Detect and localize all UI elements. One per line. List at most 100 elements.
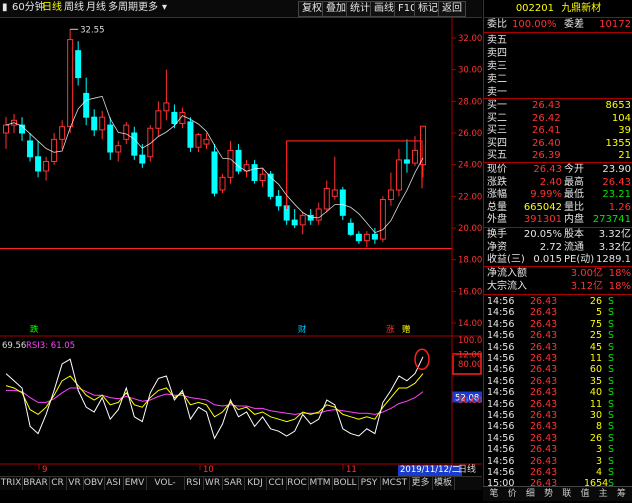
candle-body	[91, 116, 98, 131]
candle-body	[259, 173, 266, 182]
period-week[interactable]: 周线	[64, 1, 84, 15]
flow-row: 净流入额 3.00亿 18%	[484, 267, 632, 281]
indicator-tab[interactable]: MCST	[380, 477, 410, 490]
chart-icon[interactable]: ▮	[2, 1, 8, 15]
ask-row[interactable]: 卖三	[484, 60, 632, 74]
indicator-tab[interactable]: TRIX	[0, 477, 23, 490]
price-tick-label: 26.00	[458, 129, 482, 139]
x-tick-label: 9	[42, 465, 47, 475]
candle-body	[339, 189, 346, 216]
rsi-legend-b: RSI3: 61.05	[26, 341, 75, 351]
event-marker[interactable]: 跌	[30, 324, 39, 335]
indicator-tab[interactable]: OBV	[83, 477, 105, 490]
candle-body	[355, 233, 362, 242]
candle-body	[291, 219, 298, 226]
order-ratio-row: 委比 100.00% 委差 10172	[487, 19, 631, 30]
indicator-tab[interactable]: SAR	[222, 477, 245, 490]
event-marker[interactable]: 涨	[386, 324, 395, 335]
candle-body	[3, 124, 9, 134]
indicator-tab[interactable]: 模板	[432, 477, 455, 490]
candle-body	[203, 138, 210, 145]
candle-body	[43, 161, 50, 172]
stock-header: 002201 九鼎新材	[484, 2, 632, 16]
indicator-tab[interactable]: CR	[49, 477, 67, 490]
detail-tab[interactable]: 势	[540, 487, 558, 501]
price-tick-label: 18.00	[458, 256, 482, 266]
indicator-tab[interactable]: ASI	[104, 477, 124, 490]
ask-row[interactable]: 卖二	[484, 73, 632, 87]
candle-body	[67, 39, 74, 128]
candle-body	[163, 102, 170, 112]
period-day[interactable]: 日线	[42, 1, 62, 15]
candle-body	[147, 127, 154, 158]
flow-pct: 18%	[608, 268, 631, 279]
candle-body	[27, 140, 34, 158]
price-tick-label: 14.00	[458, 319, 482, 329]
back-button[interactable]: 返回	[438, 1, 466, 17]
detail-tab[interactable]: 细	[521, 487, 539, 501]
rsi-scale-label: 80.00	[458, 360, 482, 370]
rsi-legend-a: 69.56	[2, 341, 26, 351]
ask-row[interactable]: 卖五	[484, 34, 632, 48]
indicator-tab[interactable]: VR	[66, 477, 84, 490]
period-month[interactable]: 月线	[86, 1, 106, 15]
indicator-tab[interactable]: MTM	[308, 477, 333, 490]
ask-row[interactable]: 卖四	[484, 47, 632, 61]
indicator-tab[interactable]: 更多	[409, 477, 433, 490]
indicator-tab[interactable]: ROC	[286, 477, 309, 490]
detail-tab[interactable]: 联	[558, 487, 576, 501]
candle-body	[371, 233, 378, 240]
candle-body	[387, 189, 394, 200]
detail-tabs: 笔价细势联值主筹	[483, 486, 632, 501]
candle-body	[323, 187, 330, 210]
detail-tab[interactable]: 主	[594, 487, 612, 501]
candle-body	[363, 233, 370, 242]
chevron-down-icon[interactable]: ▾	[162, 1, 167, 15]
period-60min[interactable]: 60分钟	[12, 1, 45, 15]
ask-label: 卖三	[487, 61, 507, 72]
indicator-tab[interactable]: BRAR	[22, 477, 50, 490]
indicator-tab[interactable]: BOLL	[332, 477, 359, 490]
stock-code: 002201	[515, 3, 554, 14]
detail-tab[interactable]: 笔	[485, 487, 503, 501]
stock-name: 九鼎新材	[561, 3, 602, 14]
candle-body	[107, 124, 114, 153]
indicator-tab[interactable]: KDJ	[244, 477, 267, 490]
detail-tab[interactable]: 值	[576, 487, 594, 501]
detail-tab[interactable]: 价	[503, 487, 521, 501]
event-marker[interactable]: 财	[298, 324, 307, 335]
flow-value: 3.12亿	[570, 281, 603, 292]
x-tick-label: 11	[346, 465, 357, 475]
more-menu[interactable]: 更多	[138, 1, 158, 15]
indicator-tab[interactable]: PSY	[358, 477, 381, 490]
candle-body	[299, 214, 306, 226]
quote-panel: 002201 九鼎新材 委比 100.00% 委差 10172 卖五 卖四 卖三 卖二…	[483, 0, 632, 500]
candle-body	[195, 134, 202, 148]
event-marker[interactable]: 赠	[402, 324, 411, 335]
quote-value: 273741	[592, 214, 631, 226]
rsi-scale-label: 50.00	[458, 396, 482, 406]
indicator-tab[interactable]: VOL-TDX	[146, 477, 185, 501]
quote-label: 外盘	[487, 214, 507, 226]
flow-pct: 18%	[608, 281, 631, 292]
indicator-tab[interactable]: CCI	[266, 477, 287, 490]
indicator-tabs: TRIXBRARCRVROBVASIEMVVOL-TDXRSIWRSARKDJC…	[0, 476, 482, 501]
period-multi[interactable]: 多周期	[108, 1, 138, 15]
candle-body	[75, 50, 82, 79]
candle-body	[419, 125, 426, 166]
price-tick-label: 22.00	[458, 192, 482, 202]
indicator-tab[interactable]: WR	[203, 477, 223, 490]
status-bar	[0, 490, 482, 500]
ask-label: 卖五	[487, 35, 507, 46]
quote-value: 391301	[523, 214, 562, 226]
detail-tab[interactable]: 筹	[612, 487, 630, 501]
candle-body	[187, 121, 194, 148]
stock-chart[interactable]: 32.55 100.0080.0052.0850.0069.56RSI3: 61…	[0, 18, 482, 476]
candle-body	[51, 138, 58, 163]
candle-body	[395, 159, 402, 191]
high-marker-label: 32.55	[80, 25, 104, 35]
candle-body	[211, 151, 218, 194]
indicator-tab[interactable]: EMV	[123, 477, 147, 490]
candle-body	[275, 195, 282, 207]
indicator-tab[interactable]: RSI	[184, 477, 204, 490]
